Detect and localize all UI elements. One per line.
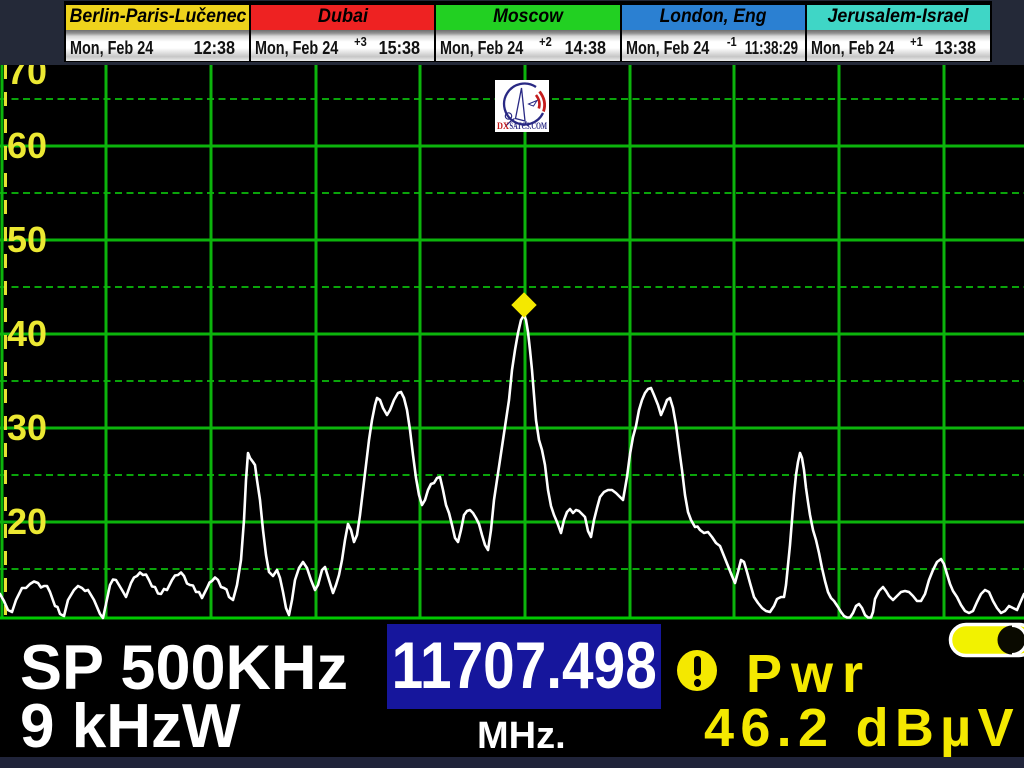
svg-text:50: 50 [7, 219, 47, 260]
svg-text:20: 20 [7, 501, 47, 542]
svg-text:SATCS.COM: SATCS.COM [510, 121, 548, 131]
svg-text:60: 60 [7, 125, 47, 166]
svg-text:30: 30 [7, 407, 47, 448]
svg-text:40: 40 [7, 313, 47, 354]
svg-text:70: 70 [7, 65, 47, 92]
svg-text:DX: DX [497, 121, 509, 131]
